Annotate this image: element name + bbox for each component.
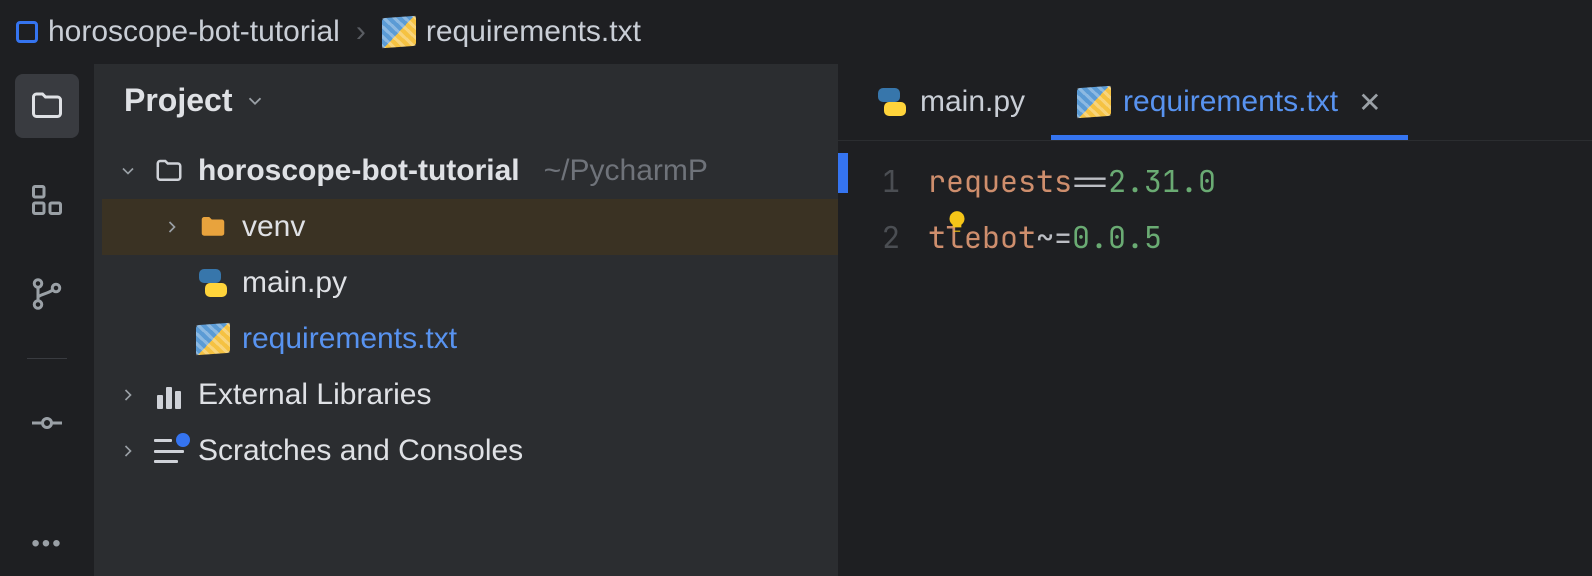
folder-icon	[196, 212, 230, 242]
code-body[interactable]: requests==2.31.0 tlebot~=0.0.5	[928, 141, 1592, 576]
tree-item-label: Scratches and Consoles	[198, 434, 523, 468]
vcs-tool-button[interactable]	[15, 262, 79, 326]
tree-root-path: ~/PycharmP	[544, 154, 708, 188]
chevron-down-icon	[244, 90, 266, 112]
code-line[interactable]: tlebot~=0.0.5	[928, 209, 1592, 265]
code-line[interactable]: requests==2.31.0	[928, 153, 1592, 209]
breadcrumb: horoscope-bot-tutorial › requirements.tx…	[0, 0, 1592, 64]
python-file-icon	[196, 267, 230, 299]
chevron-down-icon	[116, 161, 140, 181]
tree-scratches[interactable]: Scratches and Consoles	[102, 423, 838, 479]
tree-item-venv[interactable]: venv	[102, 199, 838, 255]
tree-root[interactable]: horoscope-bot-tutorial ~/PycharmP	[102, 143, 838, 199]
operator: ~=	[1036, 217, 1072, 257]
python-file-icon	[876, 86, 908, 118]
breadcrumb-file-label: requirements.txt	[426, 15, 641, 49]
tree-item-label: requirements.txt	[242, 322, 457, 356]
project-panel: Project horoscope-bot-tutorial ~/Pycharm…	[94, 64, 838, 576]
commit-icon	[29, 405, 65, 441]
gutter: 1 2	[838, 141, 928, 576]
chevron-right-icon: ›	[356, 15, 366, 49]
operator: ==	[1072, 161, 1108, 201]
project-panel-header[interactable]: Project	[94, 64, 838, 143]
tree-root-label: horoscope-bot-tutorial	[198, 154, 520, 188]
requirements-file-icon	[196, 324, 230, 354]
tree-item-requirements[interactable]: requirements.txt	[102, 311, 838, 367]
folder-icon	[152, 156, 186, 186]
tree-external-libraries[interactable]: External Libraries	[102, 367, 838, 423]
structure-icon	[29, 182, 65, 218]
project-icon	[16, 21, 38, 43]
code-editor[interactable]: 1 2 requests==2.31.0 tlebot~=0.0.5	[838, 140, 1592, 576]
structure-tool-button[interactable]	[15, 168, 79, 232]
editor-tab-bar: main.py requirements.txt ✕	[838, 64, 1592, 140]
breadcrumb-file[interactable]: requirements.txt	[382, 15, 641, 49]
lightbulb-icon[interactable]	[942, 209, 972, 235]
more-tools-button[interactable]: •••	[31, 530, 62, 558]
chevron-right-icon	[116, 441, 140, 461]
tree-item-label: External Libraries	[198, 378, 431, 412]
tree-item-label: venv	[242, 210, 305, 244]
tab-main-py[interactable]: main.py	[850, 64, 1051, 140]
close-icon[interactable]: ✕	[1358, 86, 1381, 119]
library-icon	[152, 381, 186, 409]
chevron-right-icon	[116, 385, 140, 405]
caret-line-marker	[838, 153, 848, 193]
version: 2.31.0	[1108, 161, 1216, 201]
folder-icon	[29, 88, 65, 124]
editor-area: main.py requirements.txt ✕ 1 2 requests=…	[838, 64, 1592, 576]
requirements-file-icon	[1077, 86, 1111, 118]
project-tree: horoscope-bot-tutorial ~/PycharmP venv m…	[94, 143, 838, 479]
project-tool-button[interactable]	[15, 74, 79, 138]
tree-item-label: main.py	[242, 266, 347, 300]
git-branch-icon	[29, 276, 65, 312]
chevron-right-icon	[160, 217, 184, 237]
breadcrumb-project[interactable]: horoscope-bot-tutorial	[16, 15, 340, 49]
breadcrumb-project-label: horoscope-bot-tutorial	[48, 15, 340, 49]
commit-tool-button[interactable]	[15, 391, 79, 455]
line-number: 2	[838, 209, 900, 265]
scratches-icon	[152, 439, 186, 463]
project-panel-title: Project	[124, 82, 232, 119]
separator	[27, 358, 67, 359]
tab-label: main.py	[920, 85, 1025, 119]
requirements-file-icon	[382, 16, 416, 48]
version: 0.0.5	[1072, 217, 1162, 257]
tab-requirements[interactable]: requirements.txt ✕	[1051, 64, 1408, 140]
package-name: requests	[928, 161, 1072, 201]
tree-item-main-py[interactable]: main.py	[102, 255, 838, 311]
tool-strip: •••	[0, 64, 94, 576]
tab-label: requirements.txt	[1123, 85, 1338, 119]
